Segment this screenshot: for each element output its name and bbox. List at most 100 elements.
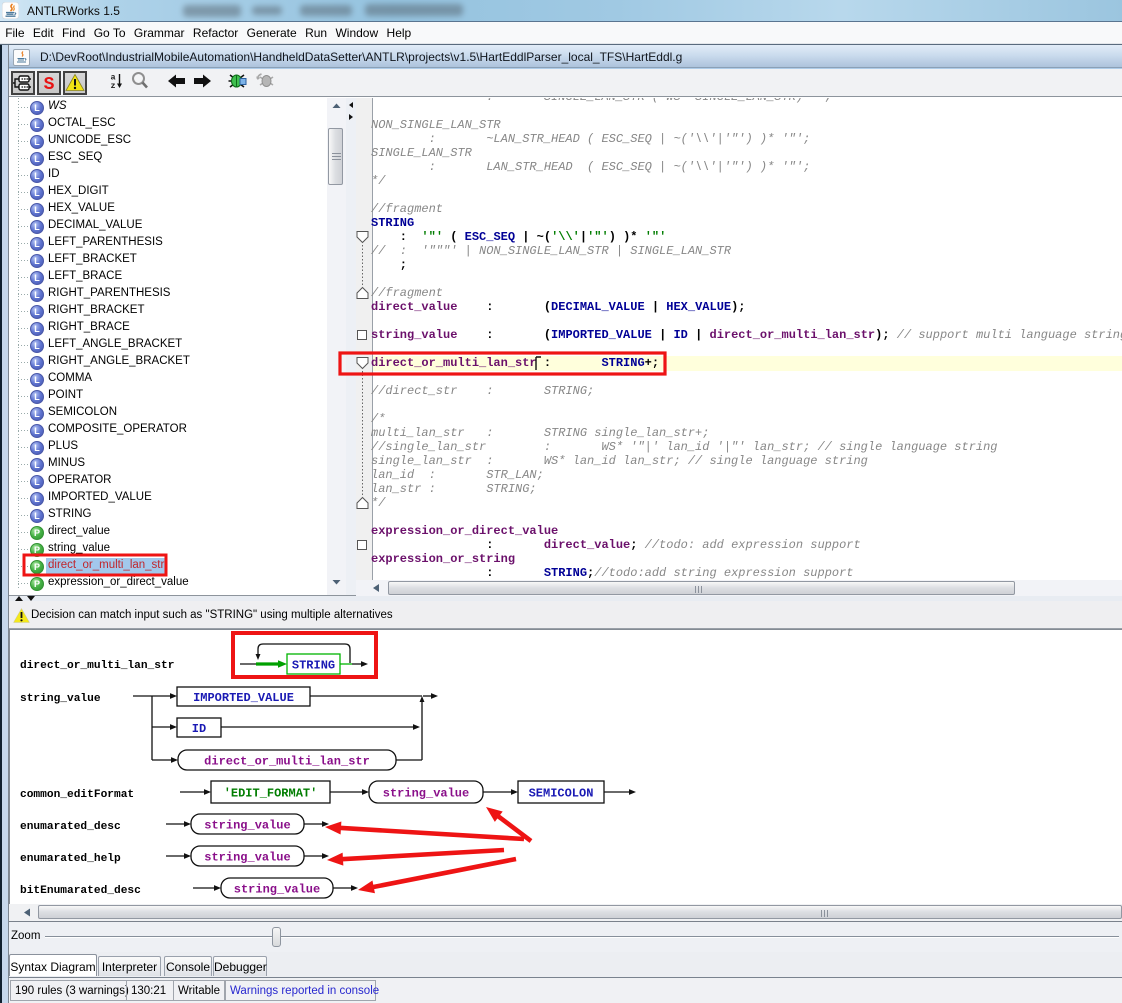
menu-item-find[interactable]: Find xyxy=(58,24,90,42)
syntax-coloring-toggle-button[interactable]: S xyxy=(36,71,61,95)
tree-rule-STRING[interactable]: L STRING xyxy=(9,507,327,524)
tree-rule-LEFT_BRACE[interactable]: L LEFT_BRACE xyxy=(9,269,327,286)
code-line-33: expression_or_string xyxy=(371,552,516,566)
lexer-rule-icon: L xyxy=(30,373,44,387)
tree-rule-DECIMAL_VALUE[interactable]: L DECIMAL_VALUE xyxy=(9,218,327,235)
tree-rule-label: IMPORTED_VALUE xyxy=(48,491,152,503)
tree-rule-string_value[interactable]: Pstring_value xyxy=(9,541,327,558)
zoom-row: Zoom xyxy=(9,922,1122,952)
tree-rule-RIGHT_BRACKET[interactable]: L RIGHT_BRACKET xyxy=(9,303,327,320)
tree-rule-LEFT_ANGLE_BRACKET[interactable]: L LEFT_ANGLE_BRACKET xyxy=(9,337,327,354)
tree-rule-COMPOSITE_OPERATOR[interactable]: L COMPOSITE_OPERATOR xyxy=(9,422,327,439)
tree-rule-label: HEX_DIGIT xyxy=(48,185,109,197)
tree-rule-HEX_DIGIT[interactable]: L HEX_DIGIT xyxy=(9,184,327,201)
tree-rule-OCTAL_ESC[interactable]: L OCTAL_ESC xyxy=(9,116,327,133)
tree-rule-expression_or_direct_value[interactable]: Pexpression_or_direct_value xyxy=(9,575,327,592)
debug-button[interactable] xyxy=(227,71,251,95)
menu-item-edit[interactable]: Edit xyxy=(29,24,58,42)
lexer-rule-icon: L xyxy=(30,152,44,166)
tree-rule-POINT[interactable]: L POINT xyxy=(9,388,327,405)
forward-button[interactable] xyxy=(193,71,217,95)
sort-rules-button[interactable]: az xyxy=(108,71,132,95)
tree-guide-line xyxy=(18,243,29,244)
tree-rule-SEMICOLON[interactable]: L SEMICOLON xyxy=(9,405,327,422)
tree-scrollbar-thumb[interactable] xyxy=(328,128,343,185)
tree-rule-LEFT_PARENTHESIS[interactable]: L LEFT_PARENTHESIS xyxy=(9,235,327,252)
tree-rule-direct_or_multi_lan_str[interactable]: Pdirect_or_multi_lan_str xyxy=(9,558,327,575)
diagram-node-text: IMPORTED_VALUE xyxy=(193,691,294,705)
menu-item-help[interactable]: Help xyxy=(382,24,415,42)
syntax-diagram-toggle-button[interactable] xyxy=(11,71,35,95)
tree-rule-PLUS[interactable]: L PLUS xyxy=(9,439,327,456)
rule-tree[interactable]: L WS L OCTAL_ESC L UNICODE_ESC L ESC_SEQ L ID L HEX… xyxy=(9,98,327,595)
menu-item-run[interactable]: Run xyxy=(301,24,331,42)
diagram-horizontal-scrollbar[interactable] xyxy=(9,904,1122,922)
menu-item-window[interactable]: Window xyxy=(331,24,382,42)
document-titlebar[interactable]: D:\DevRoot\IndustrialMobileAutomation\Ha… xyxy=(9,45,1122,68)
window-titlebar[interactable]: ANTLRWorks 1.5 xyxy=(0,0,1122,22)
tree-rule-direct_value[interactable]: Pdirect_value xyxy=(9,524,327,541)
zoom-slider-track[interactable] xyxy=(45,936,1119,938)
zoom-slider-thumb[interactable] xyxy=(272,927,281,947)
find-button[interactable] xyxy=(130,71,154,95)
tree-guide-line xyxy=(18,413,29,414)
tree-rule-COMMA[interactable]: L COMMA xyxy=(9,371,327,388)
tree-rule-LEFT_BRACKET[interactable]: L LEFT_BRACKET xyxy=(9,252,327,269)
lexer-rule-icon: L xyxy=(30,203,44,217)
bug-gray-icon xyxy=(256,73,274,87)
status-console-note: Warnings reported in console xyxy=(225,980,379,1001)
lexer-rule-icon: L xyxy=(30,254,44,268)
editor-scrollbar-thumb[interactable] xyxy=(388,581,1015,595)
tree-vertical-scrollbar[interactable] xyxy=(327,98,346,595)
tree-rule-HEX_VALUE[interactable]: L HEX_VALUE xyxy=(9,201,327,218)
tree-guide-line xyxy=(18,328,29,329)
tab-console[interactable]: Console xyxy=(164,956,212,976)
tree-rule-OPERATOR[interactable]: L OPERATOR xyxy=(9,473,327,490)
tree-rule-RIGHT_ANGLE_BRACKET[interactable]: L RIGHT_ANGLE_BRACKET xyxy=(9,354,327,371)
tree-rule-label: LEFT_BRACKET xyxy=(48,253,137,265)
diagram-rule-label: direct_or_multi_lan_str xyxy=(20,660,174,672)
tree-rule-ID[interactable]: L ID xyxy=(9,167,327,184)
tab-syntax-diagram[interactable]: Syntax Diagram xyxy=(9,954,97,976)
warning-icon xyxy=(13,608,30,623)
lexer-rule-icon: L xyxy=(30,492,44,506)
tab-debugger[interactable]: Debugger xyxy=(213,956,267,976)
menu-item-go-to[interactable]: Go To xyxy=(90,24,130,42)
back-button[interactable] xyxy=(166,71,190,95)
status-writable: Writable xyxy=(173,980,225,1001)
tree-rule-ESC_SEQ[interactable]: L ESC_SEQ xyxy=(9,150,327,167)
warnings-toggle-button[interactable] xyxy=(62,71,87,95)
tree-rule-label: OPERATOR xyxy=(48,474,112,486)
diagram-scrollbar-thumb[interactable] xyxy=(38,905,1122,919)
tree-guide-line xyxy=(18,141,29,142)
menu-item-refactor[interactable]: Refactor xyxy=(189,24,243,42)
tree-guide-line xyxy=(18,277,29,278)
tree-rule-IMPORTED_VALUE[interactable]: L IMPORTED_VALUE xyxy=(9,490,327,507)
tree-rule-MINUS[interactable]: L MINUS xyxy=(9,456,327,473)
tree-rule-RIGHT_BRACE[interactable]: L RIGHT_BRACE xyxy=(9,320,327,337)
diagram-node-text: string_value xyxy=(204,851,290,865)
warning-triangle-icon xyxy=(65,73,85,91)
debug-remote-button[interactable] xyxy=(255,71,279,95)
parser-rule-icon: P xyxy=(30,577,44,591)
tree-rule-UNICODE_ESC[interactable]: L UNICODE_ESC xyxy=(9,133,327,150)
code-line-27: lan_id : STR_LAN; xyxy=(371,468,544,482)
tree-rule-RIGHT_PARENTHESIS[interactable]: L RIGHT_PARENTHESIS xyxy=(9,286,327,303)
grammar-editor[interactable]: : SINGLE_LAN_STR ( WS* SINGLE_LAN_STR)* … xyxy=(356,98,1122,595)
status-caret-position: 130:21 xyxy=(126,980,174,1001)
menu-item-generate[interactable]: Generate xyxy=(242,24,300,42)
java-doc-icon xyxy=(13,49,30,66)
tree-rule-WS[interactable]: L WS xyxy=(9,99,327,116)
scroll-left-icon xyxy=(24,908,30,917)
menu-item-grammar[interactable]: Grammar xyxy=(130,24,189,42)
tree-rule-label: ESC_SEQ xyxy=(48,151,103,163)
scroll-up-icon xyxy=(332,103,341,108)
split-divider[interactable] xyxy=(346,98,356,595)
grammar-source[interactable]: : SINGLE_LAN_STR ( WS* SINGLE_LAN_STR)* … xyxy=(371,98,1122,580)
tree-guide-line xyxy=(18,192,29,193)
zoom-label: Zoom xyxy=(11,930,41,942)
code-line-6: */ xyxy=(371,174,386,188)
menu-item-file[interactable]: File xyxy=(1,24,29,42)
tab-interpreter[interactable]: Interpreter xyxy=(98,956,161,976)
editor-horizontal-scrollbar[interactable] xyxy=(356,580,1122,596)
